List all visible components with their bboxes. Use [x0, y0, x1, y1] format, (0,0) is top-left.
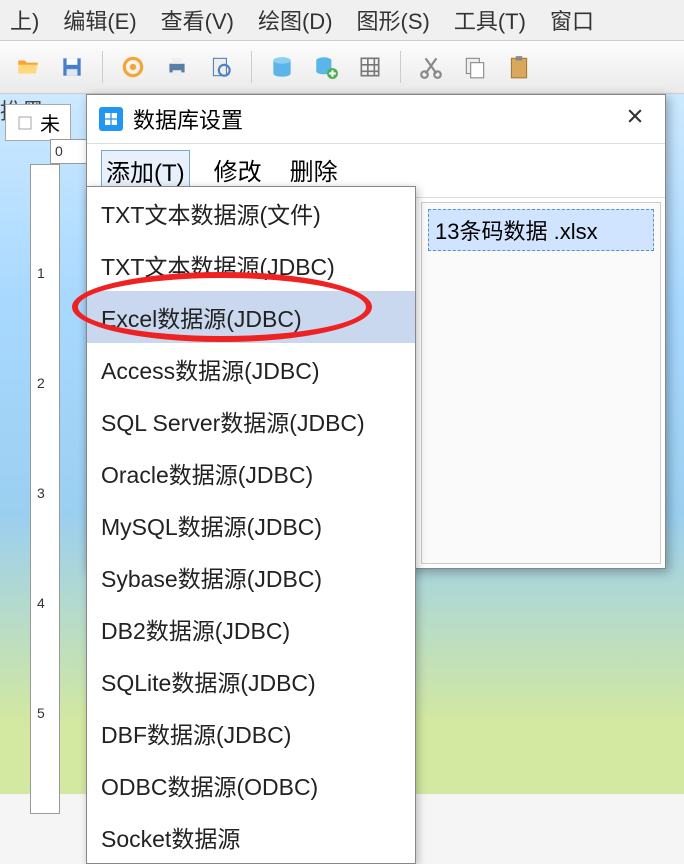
menu-file[interactable]: 上): [10, 4, 39, 36]
settings-button[interactable]: [115, 49, 151, 85]
datasource-dropdown: TXT文本数据源(文件) TXT文本数据源(JDBC) Excel数据源(JDB…: [86, 186, 416, 864]
paste-button[interactable]: [501, 49, 537, 85]
ruler-tick: 4: [37, 595, 45, 611]
dropdown-item-excel-jdbc[interactable]: Excel数据源(JDBC): [87, 291, 415, 343]
close-icon: [625, 106, 645, 126]
delete-menu-item[interactable]: 删除: [286, 150, 342, 191]
menubar: 上) 编辑(E) 查看(V) 绘图(D) 图形(S) 工具(T) 窗口: [0, 0, 684, 40]
dropdown-item-sqlserver-jdbc[interactable]: SQL Server数据源(JDBC): [87, 395, 415, 447]
dropdown-item-socket[interactable]: Socket数据源: [87, 811, 415, 863]
dropdown-item-dbf-jdbc[interactable]: DBF数据源(JDBC): [87, 707, 415, 759]
menu-shape[interactable]: 图形(S): [357, 4, 430, 36]
dropdown-item-mysql-jdbc[interactable]: MySQL数据源(JDBC): [87, 499, 415, 551]
toolbar: [0, 40, 684, 94]
document-tab-label: 未: [40, 108, 60, 137]
dropdown-item-sybase-jdbc[interactable]: Sybase数据源(JDBC): [87, 551, 415, 603]
dropdown-item-txt-jdbc[interactable]: TXT文本数据源(JDBC): [87, 239, 415, 291]
dialog-title-text: 数据库设置: [133, 103, 243, 135]
menu-edit[interactable]: 编辑(E): [63, 4, 136, 36]
ruler-tick: 0: [55, 143, 63, 159]
print-preview-button[interactable]: [203, 49, 239, 85]
open-button[interactable]: [10, 49, 46, 85]
ruler-vertical: 1 2 3 4 5: [30, 164, 60, 814]
menu-tools[interactable]: 工具(T): [454, 4, 526, 36]
close-button[interactable]: [617, 105, 653, 133]
toolbar-separator: [251, 51, 252, 83]
document-icon: [16, 114, 34, 132]
database-add-button[interactable]: [308, 49, 344, 85]
ruler-tick: 2: [37, 375, 45, 391]
file-item[interactable]: 13条码数据 .xlsx: [428, 209, 654, 251]
dropdown-item-oracle-jdbc[interactable]: Oracle数据源(JDBC): [87, 447, 415, 499]
dropdown-item-odbc[interactable]: ODBC数据源(ODBC): [87, 759, 415, 811]
ruler-tick: 1: [37, 265, 45, 281]
menu-window[interactable]: 窗口: [550, 4, 594, 36]
copy-button[interactable]: [457, 49, 493, 85]
print-button[interactable]: [159, 49, 195, 85]
grid-button[interactable]: [352, 49, 388, 85]
ruler-tick: 5: [37, 705, 45, 721]
dropdown-item-access-jdbc[interactable]: Access数据源(JDBC): [87, 343, 415, 395]
file-list[interactable]: 13条码数据 .xlsx: [421, 202, 661, 564]
database-button[interactable]: [264, 49, 300, 85]
dialog-titlebar: 数据库设置: [87, 95, 665, 144]
modify-menu-item[interactable]: 修改: [210, 150, 266, 191]
menu-draw[interactable]: 绘图(D): [258, 4, 333, 36]
dialog-icon: [99, 107, 123, 131]
add-menu-item[interactable]: 添加(T): [101, 150, 190, 191]
ruler-tick: 3: [37, 485, 45, 501]
document-tab[interactable]: 未: [5, 104, 71, 141]
save-button[interactable]: [54, 49, 90, 85]
dropdown-item-sqlite-jdbc[interactable]: SQLite数据源(JDBC): [87, 655, 415, 707]
toolbar-separator: [102, 51, 103, 83]
dropdown-item-db2-jdbc[interactable]: DB2数据源(JDBC): [87, 603, 415, 655]
cut-button[interactable]: [413, 49, 449, 85]
dropdown-item-txt-file[interactable]: TXT文本数据源(文件): [87, 187, 415, 239]
toolbar-separator: [400, 51, 401, 83]
menu-view[interactable]: 查看(V): [161, 4, 234, 36]
